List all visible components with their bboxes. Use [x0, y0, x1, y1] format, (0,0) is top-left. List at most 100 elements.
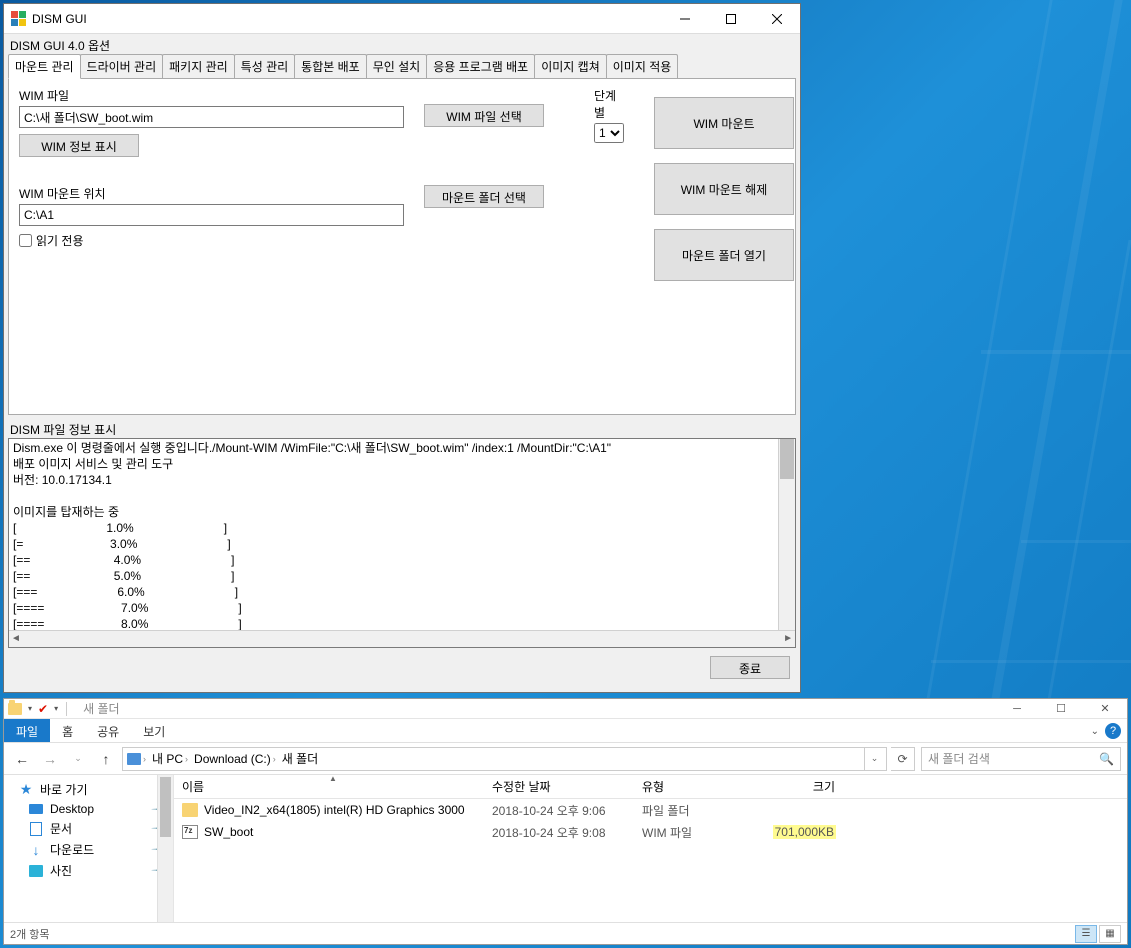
- wim-info-button[interactable]: WIM 정보 표시: [19, 134, 139, 157]
- nav-documents[interactable]: 문서 📌: [4, 818, 173, 839]
- output-vertical-scrollbar[interactable]: [778, 439, 795, 630]
- file-row[interactable]: Video_IN2_x64(1805) intel(R) HD Graphics…: [174, 799, 1127, 821]
- sort-indicator-icon: ▲: [329, 775, 337, 783]
- ribbon-tab-file[interactable]: 파일: [4, 719, 50, 742]
- search-input[interactable]: 새 폴더 검색 🔍: [921, 747, 1121, 771]
- col-header-date[interactable]: 수정한 날짜: [484, 778, 634, 795]
- navigation-bar: ← → ⌄ ↑ › 내 PC› Download (C:)› 새 폴더 ⌄ ⟳ …: [4, 743, 1127, 775]
- refresh-button[interactable]: ⟳: [891, 747, 915, 771]
- explorer-title-bar[interactable]: ▾ ✔ ▾ 새 폴더 ─ ☐ ✕: [4, 699, 1127, 719]
- tab-app-deploy[interactable]: 응용 프로그램 배포: [426, 54, 535, 78]
- explorer-close-button[interactable]: ✕: [1083, 699, 1127, 718]
- file-date: 2018-10-24 오후 9:08: [484, 824, 634, 841]
- pc-icon: [127, 753, 141, 765]
- close-button[interactable]: [754, 4, 800, 33]
- file-row[interactable]: SW_boot 2018-10-24 오후 9:08 WIM 파일 701,00…: [174, 821, 1127, 843]
- ribbon-tab-home[interactable]: 홈: [50, 719, 85, 742]
- tab-unattend[interactable]: 무인 설치: [366, 54, 428, 78]
- tab-panel-mount: WIM 파일 WIM 정보 표시 WIM 마운트 위치 읽기 전용 WIM 파일…: [8, 78, 796, 415]
- ribbon-expand-icon[interactable]: ⌄: [1091, 726, 1099, 737]
- tab-mount[interactable]: 마운트 관리: [8, 54, 81, 79]
- status-bar: 2개 항목 ☰ ▦: [4, 922, 1127, 944]
- explorer-window: ▾ ✔ ▾ 새 폴더 ─ ☐ ✕ 파일 홈 공유 보기 ⌄ ? ← → ⌄ ↑ …: [3, 698, 1128, 945]
- status-text: 2개 항목: [10, 926, 50, 942]
- column-headers[interactable]: ▲ 이름 수정한 날짜 유형 크기: [174, 775, 1127, 799]
- mount-location-label: WIM 마운트 위치: [19, 185, 414, 202]
- breadcrumb-pc: 내 PC›: [150, 750, 190, 767]
- title-bar[interactable]: DISM GUI: [4, 4, 800, 34]
- address-bar[interactable]: › 내 PC› Download (C:)› 새 폴더 ⌄: [122, 747, 887, 771]
- stage-select[interactable]: 1: [594, 123, 624, 143]
- explorer-maximize-button[interactable]: ☐: [1039, 699, 1083, 718]
- subheader-label: DISM GUI 4.0 옵션: [4, 34, 800, 56]
- app-icon: [10, 11, 26, 27]
- qat-overflow-icon[interactable]: ▾: [52, 704, 60, 713]
- tab-driver[interactable]: 드라이버 관리: [80, 54, 164, 78]
- nav-pictures[interactable]: 사진 📌: [4, 860, 173, 881]
- readonly-checkbox[interactable]: [19, 234, 32, 247]
- explorer-minimize-button[interactable]: ─: [995, 699, 1039, 718]
- mount-location-input[interactable]: [19, 204, 404, 226]
- navigation-pane[interactable]: ★ 바로 가기 Desktop 📌 문서 📌 ↓ 다운로드 📌 사진: [4, 775, 174, 922]
- star-icon: ★: [18, 783, 34, 797]
- exit-button[interactable]: 종료: [710, 656, 790, 679]
- maximize-button[interactable]: [708, 4, 754, 33]
- qat-dropdown-icon[interactable]: ▾: [26, 704, 34, 713]
- nav-desktop[interactable]: Desktop 📌: [4, 800, 173, 818]
- file-name: SW_boot: [204, 825, 253, 839]
- output-text: Dism.exe 이 명령줄에서 실행 중입니다./Mount-WIM /Wim…: [13, 441, 611, 648]
- nav-quick-access[interactable]: ★ 바로 가기: [4, 779, 173, 800]
- tab-feature[interactable]: 특성 관리: [234, 54, 296, 78]
- help-icon[interactable]: ?: [1105, 723, 1121, 739]
- dism-gui-window: DISM GUI DISM GUI 4.0 옵션 마운트 관리 드라이버 관리 …: [3, 3, 801, 693]
- view-icons-button[interactable]: ▦: [1099, 925, 1121, 943]
- output-horizontal-scrollbar[interactable]: ◄►: [9, 630, 795, 647]
- col-header-type[interactable]: 유형: [634, 778, 744, 795]
- explorer-title: 새 폴더: [83, 700, 995, 717]
- search-icon: 🔍: [1099, 752, 1114, 766]
- dism-output-textarea[interactable]: Dism.exe 이 명령줄에서 실행 중입니다./Mount-WIM /Wim…: [8, 438, 796, 648]
- file-type: 파일 폴더: [634, 802, 744, 819]
- ribbon-tab-view[interactable]: 보기: [131, 719, 177, 742]
- readonly-label: 읽기 전용: [36, 232, 84, 249]
- minimize-button[interactable]: [662, 4, 708, 33]
- mount-folder-select-button[interactable]: 마운트 폴더 선택: [424, 185, 544, 208]
- wim-unmount-button[interactable]: WIM 마운트 해제: [654, 163, 794, 215]
- wim-select-button[interactable]: WIM 파일 선택: [424, 104, 544, 127]
- tab-integrate[interactable]: 통합본 배포: [294, 54, 367, 78]
- nav-back-button[interactable]: ←: [10, 747, 34, 771]
- tab-apply[interactable]: 이미지 적용: [606, 54, 679, 78]
- file-date: 2018-10-24 오후 9:06: [484, 802, 634, 819]
- file-name: Video_IN2_x64(1805) intel(R) HD Graphics…: [204, 803, 465, 817]
- readonly-checkbox-row[interactable]: 읽기 전용: [19, 232, 414, 249]
- pictures-icon: [29, 865, 43, 877]
- col-header-size[interactable]: 크기: [744, 778, 844, 795]
- view-details-button[interactable]: ☰: [1075, 925, 1097, 943]
- window-title: DISM GUI: [32, 12, 662, 26]
- qat-check-icon[interactable]: ✔: [38, 702, 48, 716]
- breadcrumb-folder: 새 폴더: [280, 750, 320, 767]
- navpane-scrollbar[interactable]: [157, 775, 173, 922]
- folder-icon: [8, 703, 22, 715]
- file-list-pane: ▲ 이름 수정한 날짜 유형 크기 Video_IN2_x64(1805) in…: [174, 775, 1127, 922]
- nav-downloads[interactable]: ↓ 다운로드 📌: [4, 839, 173, 860]
- nav-forward-button[interactable]: →: [38, 747, 62, 771]
- address-dropdown-icon[interactable]: ⌄: [864, 748, 884, 770]
- wim-file-input[interactable]: [19, 106, 404, 128]
- ribbon-tab-strip: 파일 홈 공유 보기 ⌄ ?: [4, 719, 1127, 743]
- tab-capture[interactable]: 이미지 캡쳐: [534, 54, 607, 78]
- ribbon-tab-share[interactable]: 공유: [85, 719, 131, 742]
- nav-up-button[interactable]: ↑: [94, 747, 118, 771]
- open-mount-folder-button[interactable]: 마운트 폴더 열기: [654, 229, 794, 281]
- desktop-icon: [29, 804, 43, 814]
- wim-mount-button[interactable]: WIM 마운트: [654, 97, 794, 149]
- file-type: WIM 파일: [634, 824, 744, 841]
- folder-icon: [182, 803, 198, 817]
- tab-package[interactable]: 패키지 관리: [162, 54, 235, 78]
- tab-strip: 마운트 관리 드라이버 관리 패키지 관리 특성 관리 통합본 배포 무인 설치…: [4, 56, 800, 78]
- document-icon: [30, 822, 42, 836]
- stage-label: 단계별: [594, 87, 624, 121]
- search-placeholder: 새 폴더 검색: [928, 750, 990, 767]
- download-icon: ↓: [28, 843, 44, 857]
- nav-history-dropdown[interactable]: ⌄: [66, 747, 90, 771]
